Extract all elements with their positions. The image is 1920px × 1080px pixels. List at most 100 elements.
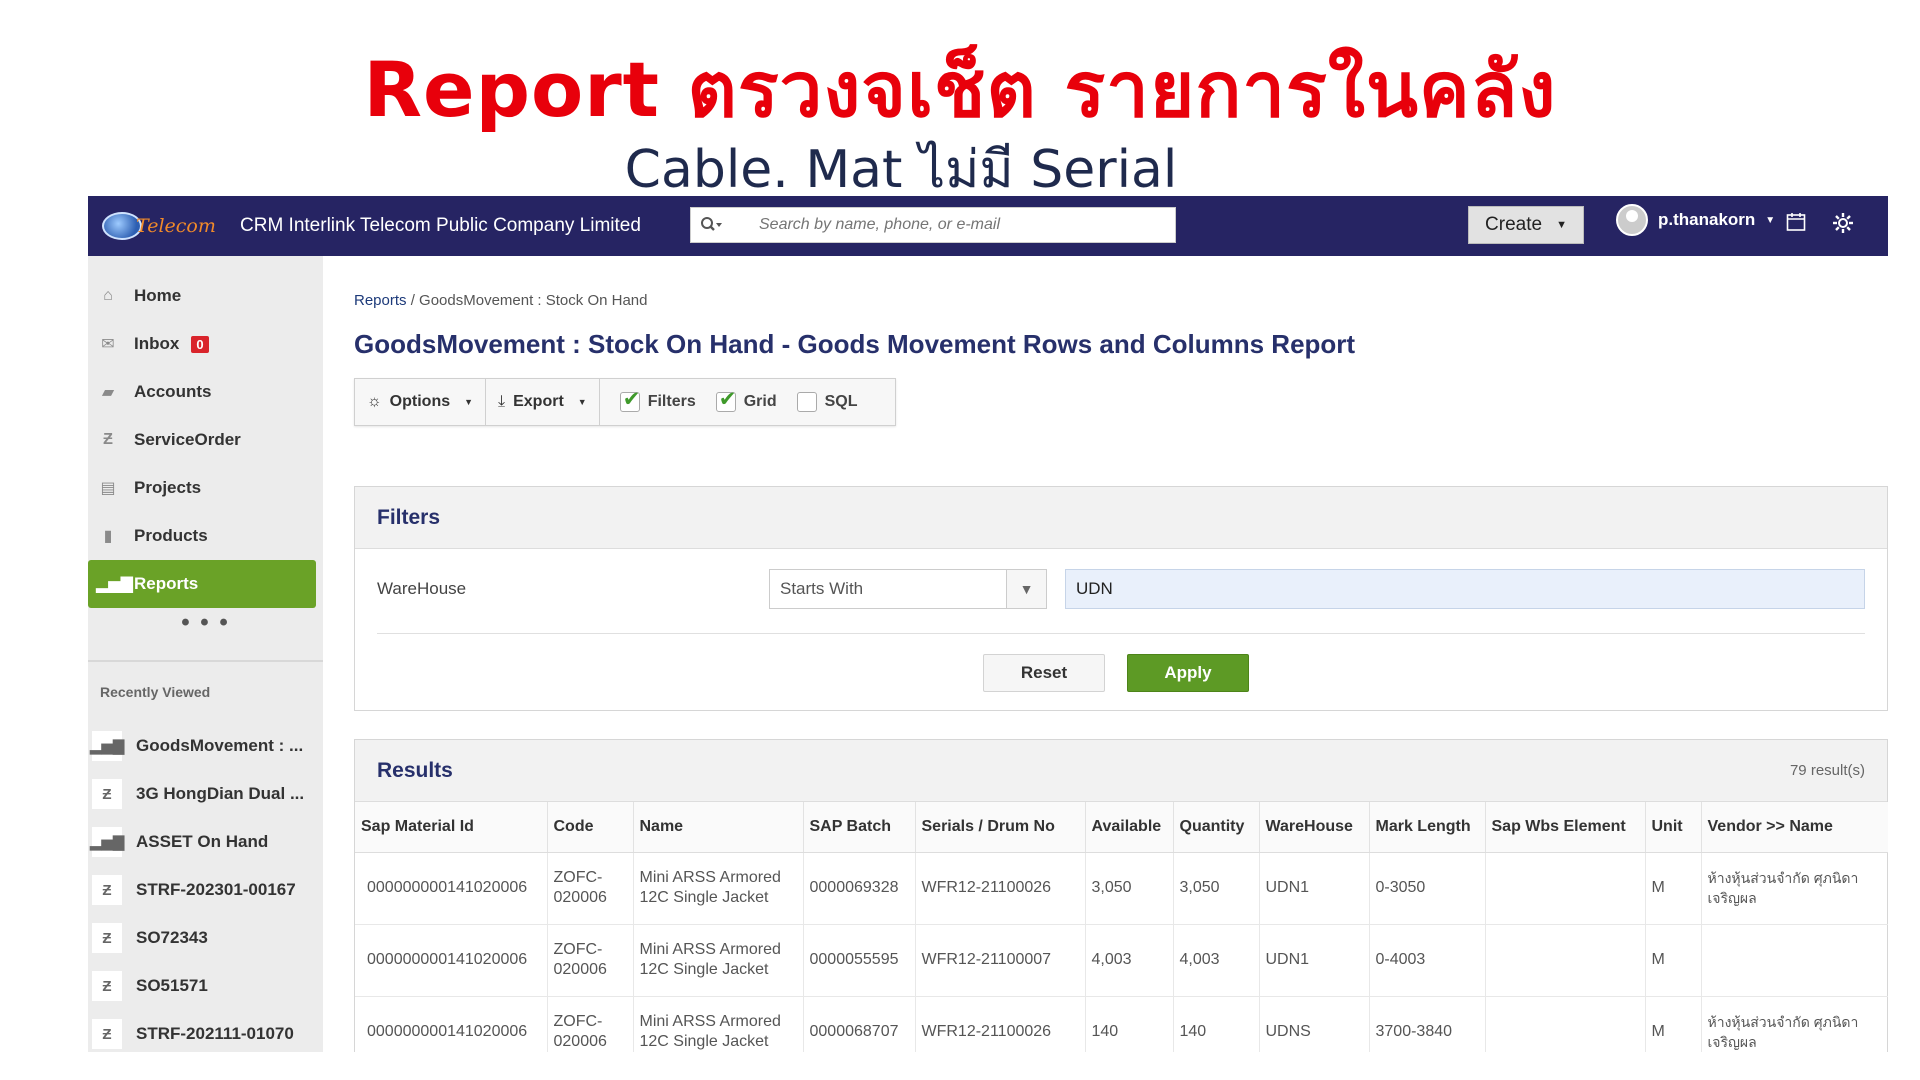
- table-cell: WFR12-21100026: [915, 996, 1086, 1052]
- table-cell: ZOFC-020006: [547, 852, 634, 925]
- recent-item[interactable]: Ƶ 3G HongDian Dual ...: [88, 770, 323, 818]
- gear-icon: ☼: [367, 393, 382, 410]
- table-cell: 0000055595: [803, 924, 916, 997]
- recent-item[interactable]: Ƶ SO72343: [88, 914, 323, 962]
- filter-operator-select[interactable]: Starts With ▼: [769, 569, 1047, 609]
- recent-item[interactable]: Ƶ SO51571: [88, 962, 323, 1010]
- apply-button[interactable]: Apply: [1127, 654, 1249, 692]
- sidebar-item-products[interactable]: ▮ Products: [88, 512, 323, 560]
- table-cell: UDN1: [1259, 924, 1370, 997]
- crm-app-window: Telecom CRM Interlink Telecom Public Com…: [88, 196, 1888, 1052]
- sidebar-item-inbox[interactable]: ✉ Inbox 0: [88, 320, 323, 368]
- filters-checkbox[interactable]: [619, 387, 640, 412]
- column-header[interactable]: Mark Length: [1369, 802, 1486, 853]
- table-cell: 000000000141020006: [355, 996, 548, 1052]
- table-cell: Mini ARSS Armored 12C Single Jacket: [633, 852, 804, 925]
- column-header[interactable]: Sap Material Id: [355, 802, 548, 853]
- column-header[interactable]: SAP Batch: [803, 802, 916, 853]
- breadcrumb-reports-link[interactable]: Reports: [354, 292, 407, 309]
- bar-chart-icon: ▂▅▇: [96, 576, 133, 593]
- sidebar: ⌂ Home ✉ Inbox 0 ▰ Accounts Ƶ ServiceOrd…: [88, 256, 323, 1052]
- table-cell: 0-4003: [1369, 924, 1486, 997]
- table-cell: 4,003: [1173, 924, 1260, 997]
- create-button[interactable]: Create ▼: [1468, 206, 1584, 244]
- column-header[interactable]: Available: [1085, 802, 1174, 853]
- z-icon: Ƶ: [92, 923, 122, 953]
- recent-item-label: STRF-202301-00167: [136, 880, 296, 899]
- company-logo[interactable]: Telecom: [102, 209, 230, 243]
- more-menu-button[interactable]: • • •: [88, 608, 323, 654]
- recent-item[interactable]: Ƶ STRF-202301-00167: [88, 866, 323, 914]
- table-cell: Mini ARSS Armored 12C Single Jacket: [633, 996, 804, 1052]
- global-search: [690, 207, 1176, 243]
- sidebar-item-label: Reports: [134, 574, 199, 593]
- z-icon: Ƶ: [92, 971, 122, 1001]
- company-name: CRM Interlink Telecom Public Company Lim…: [240, 215, 641, 236]
- sidebar-item-label: ServiceOrder: [134, 430, 241, 449]
- table-cell: 4,003: [1085, 924, 1174, 997]
- recent-item-label: SO72343: [136, 928, 208, 947]
- grid-toggle[interactable]: Grid: [715, 387, 777, 412]
- z-icon: Ƶ: [92, 875, 122, 905]
- recent-item-label: STRF-202111-01070: [136, 1024, 294, 1043]
- table-header-row: Sap Material Id Code Name SAP Batch Seri…: [355, 802, 1888, 853]
- table-row[interactable]: 000000000141020006 ZOFC-020006 Mini ARSS…: [355, 996, 1888, 1052]
- table-cell: 3700-3840: [1369, 996, 1486, 1052]
- table-cell: 000000000141020006: [355, 924, 548, 997]
- main-content: Reports / GoodsMovement : Stock On Hand …: [354, 256, 1888, 1052]
- options-label: Options: [389, 393, 451, 410]
- table-cell: WFR12-21100026: [915, 852, 1086, 925]
- grid-checkbox[interactable]: [715, 387, 736, 412]
- filters-toggle[interactable]: Filters: [619, 387, 696, 412]
- export-label: Export: [513, 393, 564, 410]
- recent-item-label: 3G HongDian Dual ...: [136, 784, 305, 803]
- recent-item-label: ASSET On Hand: [136, 832, 269, 851]
- export-dropdown[interactable]: ⤓ Export ▼: [486, 379, 600, 425]
- column-header[interactable]: Code: [547, 802, 634, 853]
- column-header[interactable]: Quantity: [1173, 802, 1260, 853]
- column-header[interactable]: Vendor >> Name: [1701, 802, 1888, 853]
- avatar: [1616, 204, 1648, 236]
- slide-subtitle: Cable. Mat ไม่มี Serial: [624, 140, 1178, 200]
- column-header[interactable]: Name: [633, 802, 804, 853]
- sidebar-item-reports[interactable]: ▂▅▇ Reports: [88, 560, 316, 608]
- table-cell: ห้างหุ้นส่วนจำกัด ศุภนิดาเจริญผล: [1701, 996, 1888, 1052]
- recent-item[interactable]: ▂▅▇ GoodsMovement : ...: [88, 722, 323, 770]
- table-cell: ZOFC-020006: [547, 924, 634, 997]
- recent-item[interactable]: ▂▅▇ ASSET On Hand: [88, 818, 323, 866]
- sql-toggle-label: SQL: [824, 393, 858, 410]
- column-header[interactable]: Unit: [1645, 802, 1702, 853]
- column-header[interactable]: WareHouse: [1259, 802, 1370, 853]
- sidebar-item-home[interactable]: ⌂ Home: [88, 272, 323, 320]
- calendar-icon[interactable]: [1786, 212, 1806, 238]
- search-input[interactable]: [731, 209, 1175, 241]
- report-toolbar: ☼ Options ▼ ⤓ Export ▼ Filters Grid SQL: [354, 378, 896, 426]
- results-header: Results 79 result(s): [355, 740, 1887, 802]
- table-cell: ZOFC-020006: [547, 996, 634, 1052]
- reset-button[interactable]: Reset: [983, 654, 1105, 692]
- breadcrumb: Reports / GoodsMovement : Stock On Hand: [354, 292, 1888, 309]
- column-header[interactable]: Sap Wbs Element: [1485, 802, 1646, 853]
- table-cell: 140: [1085, 996, 1174, 1052]
- table-row[interactable]: 000000000141020006 ZOFC-020006 Mini ARSS…: [355, 924, 1888, 997]
- table-row[interactable]: 000000000141020006 ZOFC-020006 Mini ARSS…: [355, 852, 1888, 925]
- results-heading: Results: [377, 758, 453, 782]
- breadcrumb-current: / GoodsMovement : Stock On Hand: [406, 292, 648, 309]
- options-dropdown[interactable]: ☼ Options ▼: [355, 379, 487, 425]
- column-header[interactable]: Serials / Drum No: [915, 802, 1086, 853]
- sidebar-item-accounts[interactable]: ▰ Accounts: [88, 368, 323, 416]
- table-cell: WFR12-21100007: [915, 924, 1086, 997]
- user-menu[interactable]: p.thanakorn ▼: [1616, 204, 1775, 236]
- sidebar-item-serviceorder[interactable]: Ƶ ServiceOrder: [88, 416, 323, 464]
- chevron-down-icon[interactable]: ▼: [1006, 570, 1046, 608]
- recent-item[interactable]: Ƶ STRF-202111-01070: [88, 1010, 323, 1052]
- sql-toggle[interactable]: SQL: [796, 392, 858, 412]
- page-title: GoodsMovement : Stock On Hand - Goods Mo…: [354, 329, 1356, 359]
- table-cell: M: [1645, 852, 1702, 925]
- filter-value-input[interactable]: [1065, 569, 1865, 609]
- gear-icon[interactable]: [1832, 212, 1854, 240]
- sql-checkbox[interactable]: [796, 392, 817, 412]
- sidebar-item-projects[interactable]: ▤ Projects: [88, 464, 323, 512]
- search-icon[interactable]: [691, 208, 731, 242]
- sidebar-item-label: Products: [134, 526, 208, 545]
